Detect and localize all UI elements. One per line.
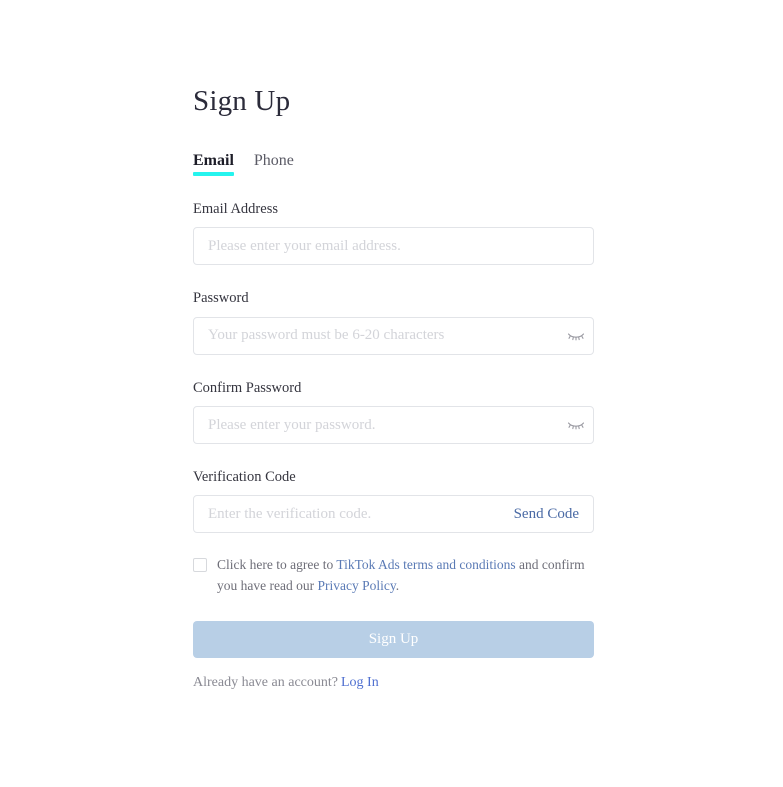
field-group-password: Password — [193, 290, 594, 355]
terms-and-conditions-link[interactable]: TikTok Ads terms and conditions — [336, 557, 515, 572]
signup-method-tabs: Email Phone — [193, 150, 594, 176]
field-group-confirm-password: Confirm Password — [193, 379, 594, 445]
eye-slash-icon[interactable] — [559, 318, 593, 354]
email-input[interactable] — [194, 228, 593, 265]
email-label: Email Address — [193, 200, 278, 217]
password-input-shell[interactable] — [193, 316, 594, 355]
agreement-row: Click here to agree to TikTok Ads terms … — [193, 555, 594, 596]
log-in-link[interactable]: Log In — [341, 675, 379, 690]
signup-form-container: Sign Up Email Phone Email Address Passwo… — [193, 0, 594, 693]
password-input[interactable] — [194, 317, 559, 354]
email-input-shell[interactable] — [193, 227, 594, 266]
tab-phone[interactable]: Phone — [253, 151, 294, 176]
page-title: Sign Up — [193, 85, 291, 117]
agreement-text-part1: Click here to agree to — [217, 557, 337, 573]
password-label: Password — [193, 290, 249, 307]
agreement-text: Click here to agree to TikTok Ads terms … — [217, 555, 594, 596]
tab-phone-label: Phone — [253, 151, 294, 169]
verification-code-input[interactable] — [194, 496, 508, 533]
agreement-text-part3: . — [395, 577, 400, 593]
tab-active-underline — [193, 171, 234, 176]
confirm-password-label: Confirm Password — [193, 379, 302, 396]
field-group-email: Email Address — [193, 200, 594, 266]
send-code-button[interactable]: Send Code — [508, 506, 593, 523]
confirm-password-input-shell[interactable] — [193, 406, 594, 445]
privacy-policy-link[interactable]: Privacy Policy — [317, 578, 395, 593]
login-prompt-row: Already have an account? Log In — [193, 674, 594, 692]
verification-code-input-shell[interactable]: Send Code — [193, 495, 594, 534]
sign-up-button[interactable]: Sign Up — [193, 621, 594, 659]
eye-slash-icon[interactable] — [559, 407, 593, 443]
confirm-password-input[interactable] — [194, 407, 559, 444]
login-prompt-text: Already have an account? — [193, 675, 338, 691]
tab-email[interactable]: Email — [193, 151, 234, 176]
verification-code-label: Verification Code — [193, 469, 296, 486]
field-group-verification-code: Verification Code Send Code — [193, 469, 594, 534]
tab-email-label: Email — [193, 151, 234, 169]
agreement-checkbox[interactable] — [193, 558, 207, 573]
sign-up-button-label: Sign Up — [368, 631, 419, 648]
